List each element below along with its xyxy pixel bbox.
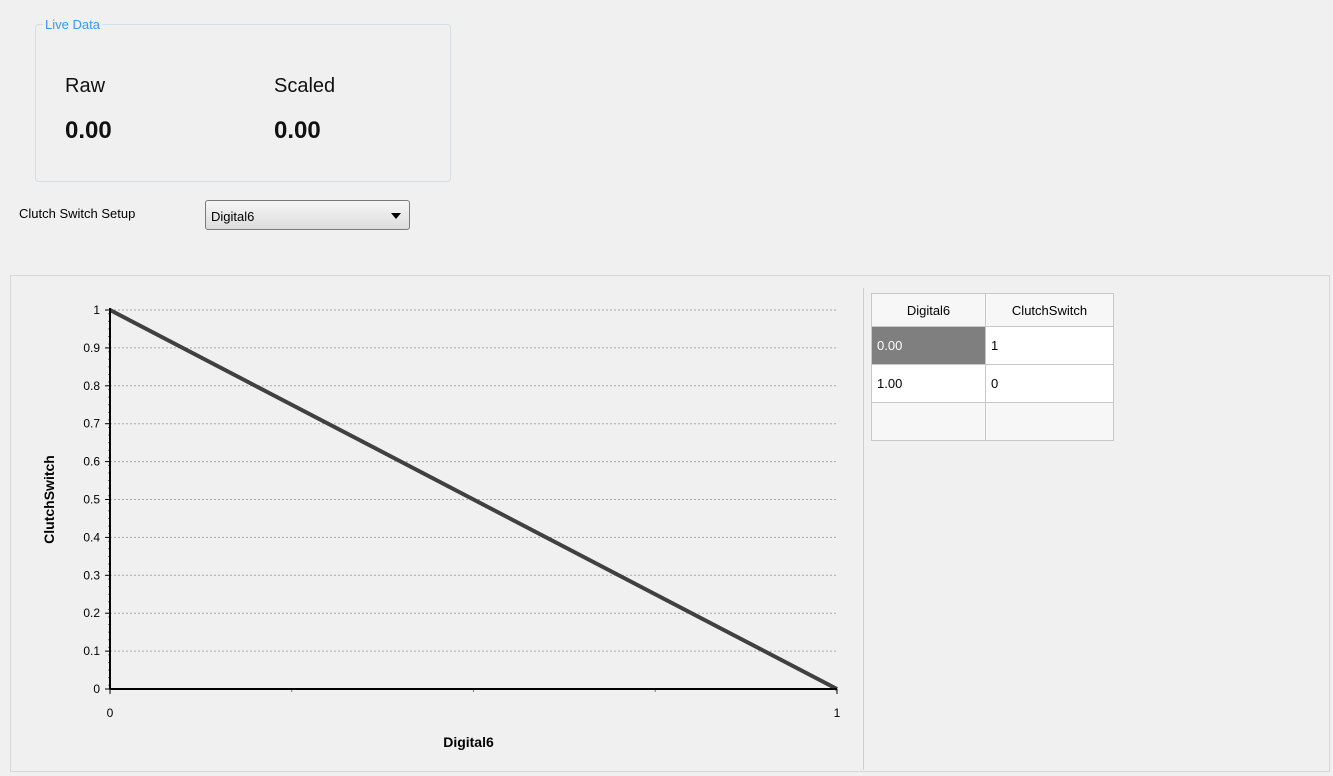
column-header-digital6[interactable]: Digital6 [871, 293, 986, 327]
live-data-title: Live Data [43, 17, 102, 32]
y-tick-label: 0.3 [83, 568, 100, 582]
column-header-clutchswitch[interactable]: ClutchSwitch [985, 293, 1114, 327]
input-source-dropdown[interactable]: Digital6 [205, 200, 410, 230]
dropdown-selected-value: Digital6 [211, 209, 255, 224]
x-axis-label: Digital6 [443, 734, 494, 750]
table-cell[interactable]: 1 [985, 326, 1114, 365]
raw-value: 0.00 [65, 117, 112, 144]
table-cell[interactable] [985, 402, 1114, 441]
table-row[interactable]: 0.00 1 [871, 326, 1114, 365]
live-data-group [35, 24, 451, 182]
x-tick-label: 0 [107, 706, 114, 720]
y-tick-label: 0.4 [83, 530, 100, 544]
table-row[interactable]: 1.00 0 [871, 364, 1114, 403]
table-row[interactable] [871, 402, 1114, 441]
y-tick-label: 0.8 [83, 379, 100, 393]
chart-gridlines [110, 309, 837, 652]
y-axis-label: ClutchSwitch [41, 455, 57, 544]
clutch-switch-setup-label: Clutch Switch Setup [19, 206, 136, 221]
table-cell[interactable]: 0.00 [871, 326, 986, 365]
y-tick-label: 1 [93, 303, 100, 317]
mapping-table[interactable]: Digital6 ClutchSwitch 0.00 1 1.00 0 [871, 293, 1114, 441]
y-tick-label: 0.2 [83, 606, 100, 620]
chart-ticks: 0 0.1 0.2 0.3 0.4 0.5 0.6 0.7 0.8 0.9 1 0 1 [83, 303, 840, 720]
table-cell[interactable] [871, 402, 986, 441]
y-tick-label: 0.5 [83, 493, 100, 507]
scaled-value: 0.00 [274, 117, 321, 144]
y-tick-label: 0.9 [83, 341, 100, 355]
y-tick-label: 0.7 [83, 417, 100, 431]
table-cell[interactable]: 0 [985, 364, 1114, 403]
chevron-down-icon[interactable] [391, 213, 401, 219]
mapping-chart: 0 0.1 0.2 0.3 0.4 0.5 0.6 0.7 0.8 0.9 1 0 1 Digital6… [41, 303, 841, 750]
y-tick-label: 0 [93, 682, 100, 696]
raw-label: Raw [65, 75, 106, 97]
table-cell[interactable]: 1.00 [871, 364, 986, 403]
panel-splitter[interactable] [863, 288, 864, 770]
y-tick-label: 0.6 [83, 455, 100, 469]
scaled-label: Scaled [274, 75, 336, 97]
x-tick-label: 1 [834, 706, 841, 720]
y-tick-label: 0.1 [83, 644, 100, 658]
